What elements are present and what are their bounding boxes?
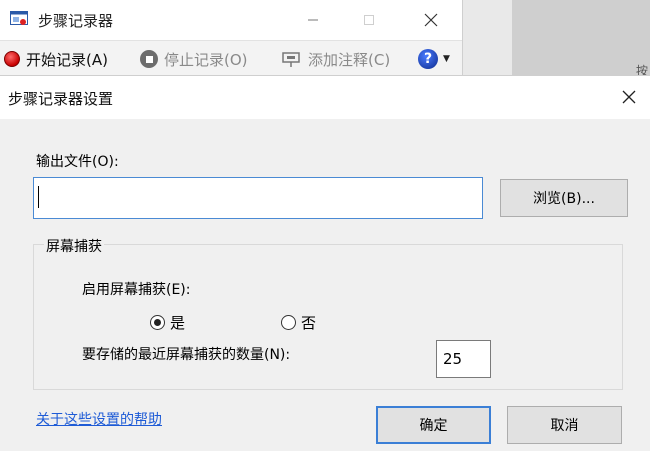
- background-window: [512, 0, 650, 75]
- minimize-button[interactable]: [296, 6, 330, 34]
- psr-window-title: 步骤记录器: [38, 12, 114, 30]
- settings-help-link[interactable]: 关于这些设置的帮助: [36, 409, 162, 429]
- text-caret: [38, 186, 39, 208]
- psr-toolbar: 开始记录(A) 停止记录(O) 添加注释(C) ? ▼: [0, 40, 462, 76]
- psr-titlebar: 步骤记录器: [0, 0, 462, 40]
- enable-capture-label: 启用屏幕捕获(E):: [82, 282, 191, 298]
- dialog-title: 步骤记录器设置: [8, 90, 114, 108]
- settings-dialog: 步骤记录器设置 输出文件(O): 浏览(B)... 屏幕捕获 启用屏幕捕获(E)…: [0, 75, 650, 451]
- minimize-icon: [308, 19, 318, 21]
- stop-record-label: 停止记录(O): [164, 50, 248, 69]
- help-button[interactable]: ? ▼: [418, 48, 450, 70]
- browse-button[interactable]: 浏览(B)...: [500, 179, 628, 217]
- background-window-strip: [462, 0, 512, 75]
- ok-button[interactable]: 确定: [376, 406, 491, 444]
- cancel-button[interactable]: 取消: [507, 406, 622, 444]
- stop-record-button[interactable]: 停止记录(O): [140, 48, 248, 70]
- chevron-down-icon: ▼: [443, 54, 450, 64]
- steps-recorder-window: 步骤记录器 开始记录(A) 停止记录(O) 添加注释(C) ? ▼: [0, 0, 463, 76]
- start-record-button[interactable]: 开始记录(A): [4, 48, 108, 70]
- capture-count-input[interactable]: [436, 340, 491, 378]
- output-file-label: 输出文件(O):: [36, 154, 119, 170]
- maximize-icon: [364, 15, 374, 25]
- add-comment-icon: [282, 52, 300, 67]
- dialog-close-button[interactable]: [612, 82, 646, 112]
- maximize-button[interactable]: [352, 6, 386, 34]
- radio-no-label: 否: [301, 314, 317, 332]
- capture-count-label: 要存储的最近屏幕捕获的数量(N):: [82, 347, 291, 363]
- steps-recorder-icon: [10, 11, 28, 25]
- output-file-input[interactable]: [33, 177, 483, 219]
- add-comment-label: 添加注释(C): [308, 50, 391, 69]
- radio-no-circle: [281, 315, 296, 330]
- record-icon: [4, 51, 20, 67]
- help-icon: ?: [418, 49, 438, 69]
- close-icon: [424, 13, 438, 27]
- radio-yes-circle: [150, 315, 165, 330]
- close-icon: [622, 90, 636, 104]
- add-comment-button[interactable]: 添加注释(C): [281, 48, 390, 70]
- screen-capture-group-title: 屏幕捕获: [44, 236, 104, 256]
- close-window-button[interactable]: [414, 6, 448, 34]
- screen-capture-group: [33, 244, 623, 390]
- dialog-titlebar: 步骤记录器设置: [0, 76, 650, 119]
- start-record-label: 开始记录(A): [26, 50, 108, 69]
- radio-yes[interactable]: 是: [150, 312, 185, 333]
- stop-icon: [140, 50, 158, 68]
- radio-yes-label: 是: [170, 314, 186, 332]
- radio-no[interactable]: 否: [281, 312, 316, 333]
